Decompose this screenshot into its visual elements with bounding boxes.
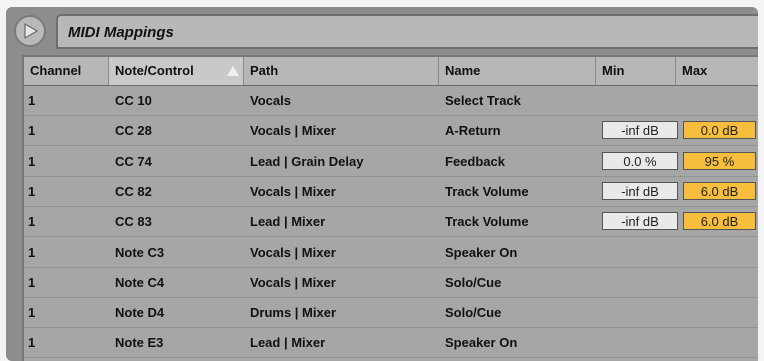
name-cell: Speaker On <box>445 244 518 260</box>
table-row[interactable]: 1 CC 83 Lead | Mixer Track Volume -inf dB 6.0… <box>24 207 758 238</box>
path-cell: Lead | Mixer <box>250 214 326 230</box>
name-cell: Select Track <box>445 93 521 108</box>
table-row[interactable]: 1 Note D4 Drums | Mixer Solo/Cue <box>24 298 758 329</box>
column-header-label: Name <box>445 63 481 78</box>
column-header-path[interactable]: Path <box>244 57 439 85</box>
column-header-label: Min <box>602 63 625 78</box>
column-header-label: Path <box>250 63 279 78</box>
path-cell: Lead | Grain Delay <box>250 153 364 169</box>
min-value-field[interactable]: -inf dB <box>602 181 678 200</box>
path-cell: Drums | Mixer <box>250 305 336 321</box>
table-row[interactable]: 1 Note E3 Lead | Mixer Speaker On <box>24 328 758 359</box>
note-control-cell: CC 83 <box>115 214 152 230</box>
name-cell: Track Volume <box>445 214 529 230</box>
name-cell: Solo/Cue <box>445 274 502 290</box>
max-value-field[interactable]: 0.0 dB <box>683 121 756 140</box>
min-value-field[interactable]: -inf dB <box>602 212 678 231</box>
table-row[interactable]: 1 Note C4 Vocals | Mixer Solo/Cue <box>24 268 758 298</box>
column-header-min[interactable]: Min <box>596 57 676 85</box>
column-header-max[interactable]: Max <box>676 57 758 85</box>
table-row[interactable]: 1 CC 82 Vocals | Mixer Track Volume -inf dB 6… <box>24 177 758 207</box>
channel-cell: 1 <box>28 244 36 260</box>
table-header: Channel Note/Control Path Name Min Max <box>24 57 758 86</box>
table-row[interactable]: 1 CC 74 Lead | Grain Delay Feedback 0.0 % 95 … <box>24 147 758 177</box>
column-header-channel[interactable]: Channel <box>24 57 109 85</box>
max-value-field[interactable]: 95 % <box>683 151 756 170</box>
note-control-cell: Note E3 <box>115 335 164 351</box>
sort-arrow-icon <box>227 66 239 76</box>
max-value-field[interactable]: 6.0 dB <box>683 212 756 231</box>
channel-cell: 1 <box>28 183 36 199</box>
name-cell: Track Volume <box>445 183 529 199</box>
play-triangle-icon <box>24 23 38 39</box>
title-bar: MIDI Mappings <box>56 14 758 49</box>
column-header-label: Note/Control <box>115 63 194 78</box>
channel-cell: 1 <box>28 305 36 321</box>
note-control-cell: CC 74 <box>115 153 152 169</box>
path-cell: Lead | Mixer <box>250 335 326 351</box>
note-control-cell: CC 82 <box>115 183 152 199</box>
panel-title: MIDI Mappings <box>68 24 174 41</box>
name-cell: Solo/Cue <box>445 305 502 321</box>
path-cell: Vocals | Mixer <box>250 274 336 290</box>
note-control-cell: CC 10 <box>115 93 152 108</box>
channel-cell: 1 <box>28 93 36 108</box>
note-control-cell: Note C3 <box>115 244 165 260</box>
path-cell: Vocals | Mixer <box>250 123 336 139</box>
column-header-name[interactable]: Name <box>439 57 596 85</box>
channel-cell: 1 <box>28 123 36 139</box>
channel-cell: 1 <box>28 214 36 230</box>
table-row[interactable]: 1 Note C3 Vocals | Mixer Speaker On <box>24 238 758 268</box>
path-cell: Vocals <box>250 93 291 108</box>
table-row[interactable]: 1 CC 28 Vocals | Mixer A-Return -inf dB 0.0 d… <box>24 116 758 147</box>
min-value-field[interactable]: 0.0 % <box>602 151 678 170</box>
channel-cell: 1 <box>28 335 36 351</box>
name-cell: Speaker On <box>445 335 518 351</box>
note-control-cell: CC 28 <box>115 123 152 139</box>
table-row[interactable]: 1 CC 10 Vocals Select Track <box>24 86 758 116</box>
path-cell: Vocals | Mixer <box>250 244 336 260</box>
name-cell: A-Return <box>445 123 501 139</box>
mapping-table: Channel Note/Control Path Name Min Max 1… <box>22 55 758 361</box>
column-header-label: Max <box>682 63 708 78</box>
max-value-field[interactable]: 6.0 dB <box>683 181 756 200</box>
path-cell: Vocals | Mixer <box>250 183 336 199</box>
channel-cell: 1 <box>28 153 36 169</box>
note-control-cell: Note D4 <box>115 305 165 321</box>
channel-cell: 1 <box>28 274 36 290</box>
name-cell: Feedback <box>445 153 505 169</box>
fold-panel-button[interactable] <box>14 15 46 47</box>
note-control-cell: Note C4 <box>115 274 165 290</box>
column-header-note-control[interactable]: Note/Control <box>109 57 244 85</box>
min-value-field[interactable]: -inf dB <box>602 121 678 140</box>
column-header-label: Channel <box>30 63 82 78</box>
